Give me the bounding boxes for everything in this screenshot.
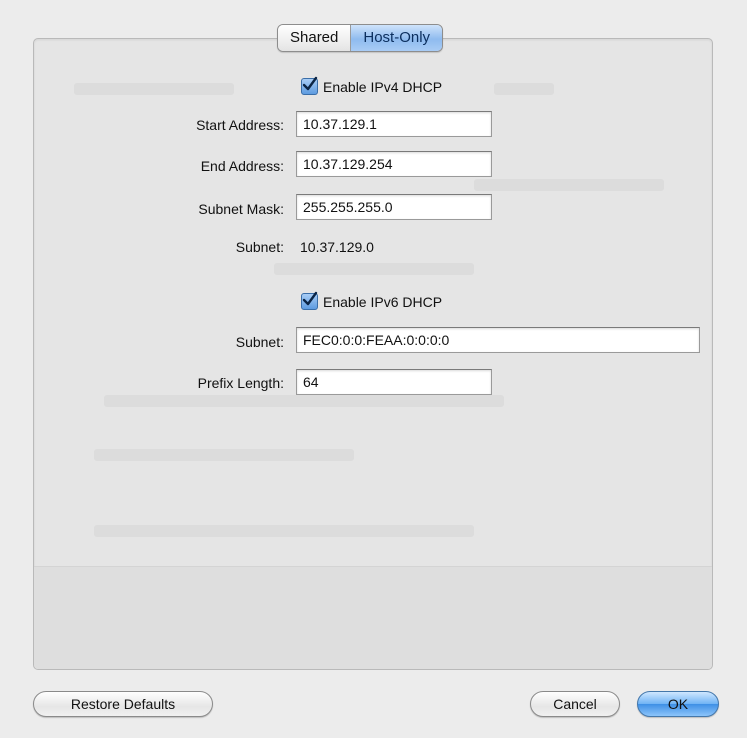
background-ghost: [94, 449, 354, 461]
start-address-label: Start Address:: [196, 117, 284, 133]
ipv4-subnet-value: 10.37.129.0: [300, 239, 374, 255]
ok-button[interactable]: OK: [637, 691, 719, 717]
tab-segmented-control: Shared Host-Only: [277, 24, 444, 52]
end-address-label: End Address:: [200, 158, 284, 174]
start-address-field[interactable]: [296, 111, 492, 137]
restore-defaults-button[interactable]: Restore Defaults: [33, 691, 213, 717]
subnet-mask-field[interactable]: [296, 194, 492, 220]
enable-ipv6-dhcp-label: Enable IPv6 DHCP: [323, 293, 443, 310]
ipv4-subnet-label: Subnet:: [235, 239, 284, 255]
enable-ipv6-dhcp-checkbox[interactable]: Enable IPv6 DHCP: [301, 291, 443, 310]
tab-host-only[interactable]: Host-Only: [351, 25, 443, 51]
preferences-sheet: Shared Host-Only Enable IPv4 DHCP Start …: [0, 0, 747, 738]
prefix-length-field[interactable]: [296, 369, 492, 395]
background-ghost: [104, 395, 504, 407]
tab-shared[interactable]: Shared: [278, 25, 352, 51]
checkbox-checked-icon: [301, 76, 318, 95]
ipv6-subnet-label: Subnet:: [235, 334, 284, 350]
enable-ipv4-dhcp-checkbox[interactable]: Enable IPv4 DHCP: [301, 76, 443, 95]
background-ghost: [274, 263, 474, 275]
checkbox-checked-icon: [301, 291, 318, 310]
ipv6-subnet-field[interactable]: [296, 327, 700, 353]
background-ghost: [74, 83, 234, 95]
background-ghost: [94, 525, 474, 537]
panel-footer-area: [34, 566, 712, 669]
enable-ipv4-dhcp-label: Enable IPv4 DHCP: [323, 78, 443, 95]
background-ghost: [494, 83, 554, 95]
subnet-mask-label: Subnet Mask:: [198, 201, 284, 217]
background-ghost: [474, 179, 664, 191]
end-address-field[interactable]: [296, 151, 492, 177]
prefix-length-label: Prefix Length:: [197, 375, 284, 391]
cancel-button[interactable]: Cancel: [530, 691, 620, 717]
